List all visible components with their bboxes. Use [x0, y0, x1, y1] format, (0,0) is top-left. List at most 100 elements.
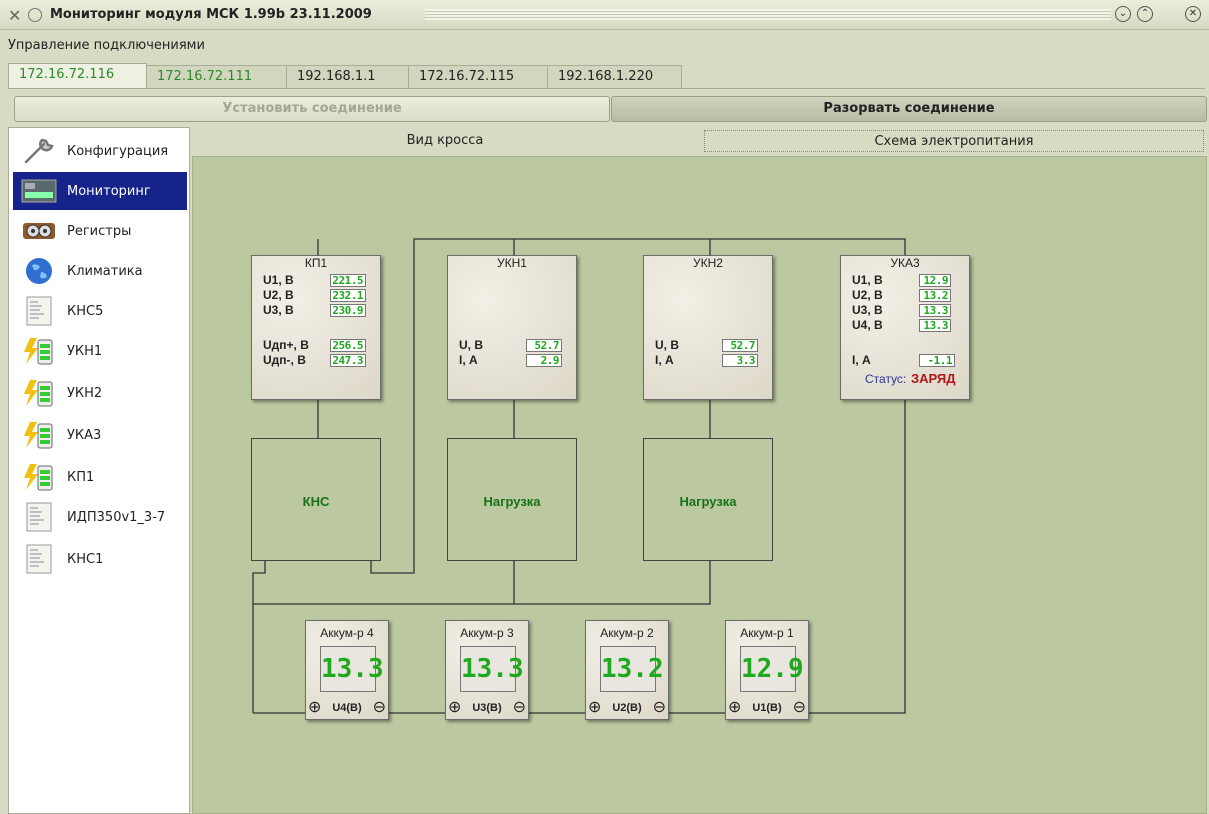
uka3-u2-value: 13.2: [919, 289, 951, 302]
tab-172-16-72-116[interactable]: 172.16.72.116: [8, 63, 147, 89]
load-label: Нагрузка: [483, 494, 541, 509]
sidebar-item-configuration[interactable]: Конфигурация: [13, 132, 187, 170]
kp1-u2-value: 232.1: [330, 289, 366, 302]
document-icon: [21, 502, 57, 532]
sidebar-item-label: Регистры: [67, 223, 132, 239]
battery-terminal-label: U2(В): [612, 702, 642, 714]
sidebar-item-registers[interactable]: Регистры: [13, 212, 187, 250]
menu-connections[interactable]: Управление подключениями: [0, 38, 205, 53]
close-icon[interactable]: ✕: [1185, 6, 1201, 22]
battery-terminal-label: U3(В): [472, 702, 502, 714]
battery-voltage-display: 12.9: [740, 646, 804, 692]
title-stripe: [425, 9, 1111, 20]
battery-terminal-label: U1(В): [752, 702, 782, 714]
sidebar-item-ukn2[interactable]: УКН2: [13, 374, 187, 412]
battery-terminals: ⊕ U3(В) ⊖: [448, 699, 526, 717]
module-title: УКН1: [497, 256, 527, 270]
wrench-icon: [21, 136, 57, 166]
uka3-u3-label: U3, В: [852, 303, 883, 317]
ukn2-u-value: 52.7: [722, 339, 758, 352]
kp1-udp-plus-label: Uдп+, В: [263, 338, 309, 352]
load-block-1[interactable]: Нагрузка: [447, 438, 577, 561]
sidebar-item-kns5[interactable]: КНС5: [13, 292, 187, 330]
connect-button[interactable]: Установить соединение: [14, 96, 610, 122]
sidebar-item-label: УКА3: [67, 427, 102, 443]
document-icon: [21, 544, 57, 574]
ukn1-i-label: I, А: [459, 353, 478, 367]
kp1-udp-minus-value: 247.3: [330, 354, 366, 367]
battery-charge-icon: [21, 462, 57, 492]
uka3-i-value: -1.1: [919, 354, 955, 367]
uka3-status-label: Статус:: [865, 372, 907, 386]
kp1-module[interactable]: КП1 U1, В 221.5 U2, В 232.1 U3, В 230.9 …: [251, 255, 381, 400]
sidebar-item-label: Мониторинг: [67, 183, 151, 199]
uka3-u4-label: U4, В: [852, 318, 883, 332]
window-menu-icon[interactable]: [28, 8, 42, 22]
registers-icon: [21, 216, 57, 246]
battery-terminals: ⊕ U1(В) ⊖: [728, 699, 806, 717]
kp1-u3-label: U3, В: [263, 303, 294, 317]
sidebar-item-kp1[interactable]: КП1: [13, 458, 187, 496]
ukn1-u-value: 52.7: [526, 339, 562, 352]
sidebar-item-label: ИДП350v1_3-7: [67, 509, 166, 525]
minus-terminal-icon: ⊖: [792, 699, 806, 716]
ukn2-u-label: U, В: [655, 338, 679, 352]
minus-terminal-icon: ⊖: [652, 699, 666, 716]
ukn1-u-label: U, В: [459, 338, 483, 352]
sidebar-item-ukn1[interactable]: УКН1: [13, 332, 187, 370]
uka3-module[interactable]: УКА3 U1, В 12.9 U2, В 13.2 U3, В 13.3 U4…: [840, 255, 970, 400]
battery-charge-icon: [21, 378, 57, 408]
battery-voltage-display: 13.3: [320, 646, 384, 692]
battery-4[interactable]: Аккум-р 4 13.3 ⊕ U4(В) ⊖: [305, 620, 389, 720]
load-block-2[interactable]: Нагрузка: [643, 438, 773, 561]
ukn1-module[interactable]: УКН1 U, В 52.7 I, А 2.9: [447, 255, 577, 400]
plus-terminal-icon: ⊕: [448, 699, 462, 716]
uka3-u1-label: U1, В: [852, 273, 883, 287]
diagram-canvas: КП1 U1, В 221.5 U2, В 232.1 U3, В 230.9 …: [192, 156, 1207, 814]
sidebar-item-monitoring[interactable]: Мониторинг: [13, 172, 187, 210]
sidebar-item-label: УКН1: [67, 343, 103, 359]
battery-1[interactable]: Аккум-р 1 12.9 ⊕ U1(В) ⊖: [725, 620, 809, 720]
sidebar-item-label: УКН2: [67, 385, 103, 401]
sidebar-item-climate[interactable]: Климатика: [13, 252, 187, 290]
maximize-icon[interactable]: ⌃: [1137, 6, 1153, 22]
app-tools-icon[interactable]: ✕: [8, 6, 21, 25]
module-title: УКН2: [693, 256, 723, 270]
minimize-icon[interactable]: ⌄: [1115, 6, 1131, 22]
battery-title: Аккум-р 2: [600, 626, 654, 640]
battery-voltage-display: 13.2: [600, 646, 664, 692]
kp1-u2-label: U2, В: [263, 288, 294, 302]
minus-terminal-icon: ⊖: [512, 699, 526, 716]
sidebar-item-uka3[interactable]: УКА3: [13, 416, 187, 454]
battery-title: Аккум-р 3: [460, 626, 514, 640]
battery-title: Аккум-р 4: [320, 626, 374, 640]
uka3-u3-value: 13.3: [919, 304, 951, 317]
sidebar-item-kns1[interactable]: КНС1: [13, 540, 187, 578]
kp1-u3-value: 230.9: [330, 304, 366, 317]
uka3-i-label: I, А: [852, 353, 871, 367]
sidebar-item-label: КП1: [67, 469, 95, 485]
sidebar-item-label: КНС5: [67, 303, 104, 319]
tab-172-16-72-111[interactable]: 172.16.72.111: [146, 65, 287, 89]
uka3-status-value: ЗАРЯД: [911, 371, 956, 386]
kp1-udp-plus-value: 256.5: [330, 339, 366, 352]
battery-title: Аккум-р 1: [740, 626, 794, 640]
sidebar: Конфигурация Мониторинг Регистры Климати…: [8, 127, 190, 814]
tab-power-scheme[interactable]: Схема электропитания: [704, 130, 1204, 152]
battery-2[interactable]: Аккум-р 2 13.2 ⊕ U2(В) ⊖: [585, 620, 669, 720]
battery-3[interactable]: Аккум-р 3 13.3 ⊕ U3(В) ⊖: [445, 620, 529, 720]
ukn2-i-value: 3.3: [722, 354, 758, 367]
battery-charge-icon: [21, 420, 57, 450]
battery-terminals: ⊕ U2(В) ⊖: [588, 699, 666, 717]
tab-172-16-72-115[interactable]: 172.16.72.115: [408, 65, 548, 89]
sidebar-item-label: Конфигурация: [67, 143, 169, 159]
kns-block[interactable]: КНС: [251, 438, 381, 561]
tab-cross-view[interactable]: Вид кросса: [195, 130, 695, 152]
tab-192-168-1-220[interactable]: 192.168.1.220: [547, 65, 682, 89]
tab-192-168-1-1[interactable]: 192.168.1.1: [286, 65, 409, 89]
ukn2-module[interactable]: УКН2 U, В 52.7 I, А 3.3: [643, 255, 773, 400]
kp1-udp-minus-label: Uдп-, В: [263, 353, 306, 367]
module-title: УКА3: [890, 256, 920, 270]
disconnect-button[interactable]: Разорвать соединение: [611, 96, 1207, 122]
sidebar-item-idp350[interactable]: ИДП350v1_3-7: [13, 498, 187, 536]
